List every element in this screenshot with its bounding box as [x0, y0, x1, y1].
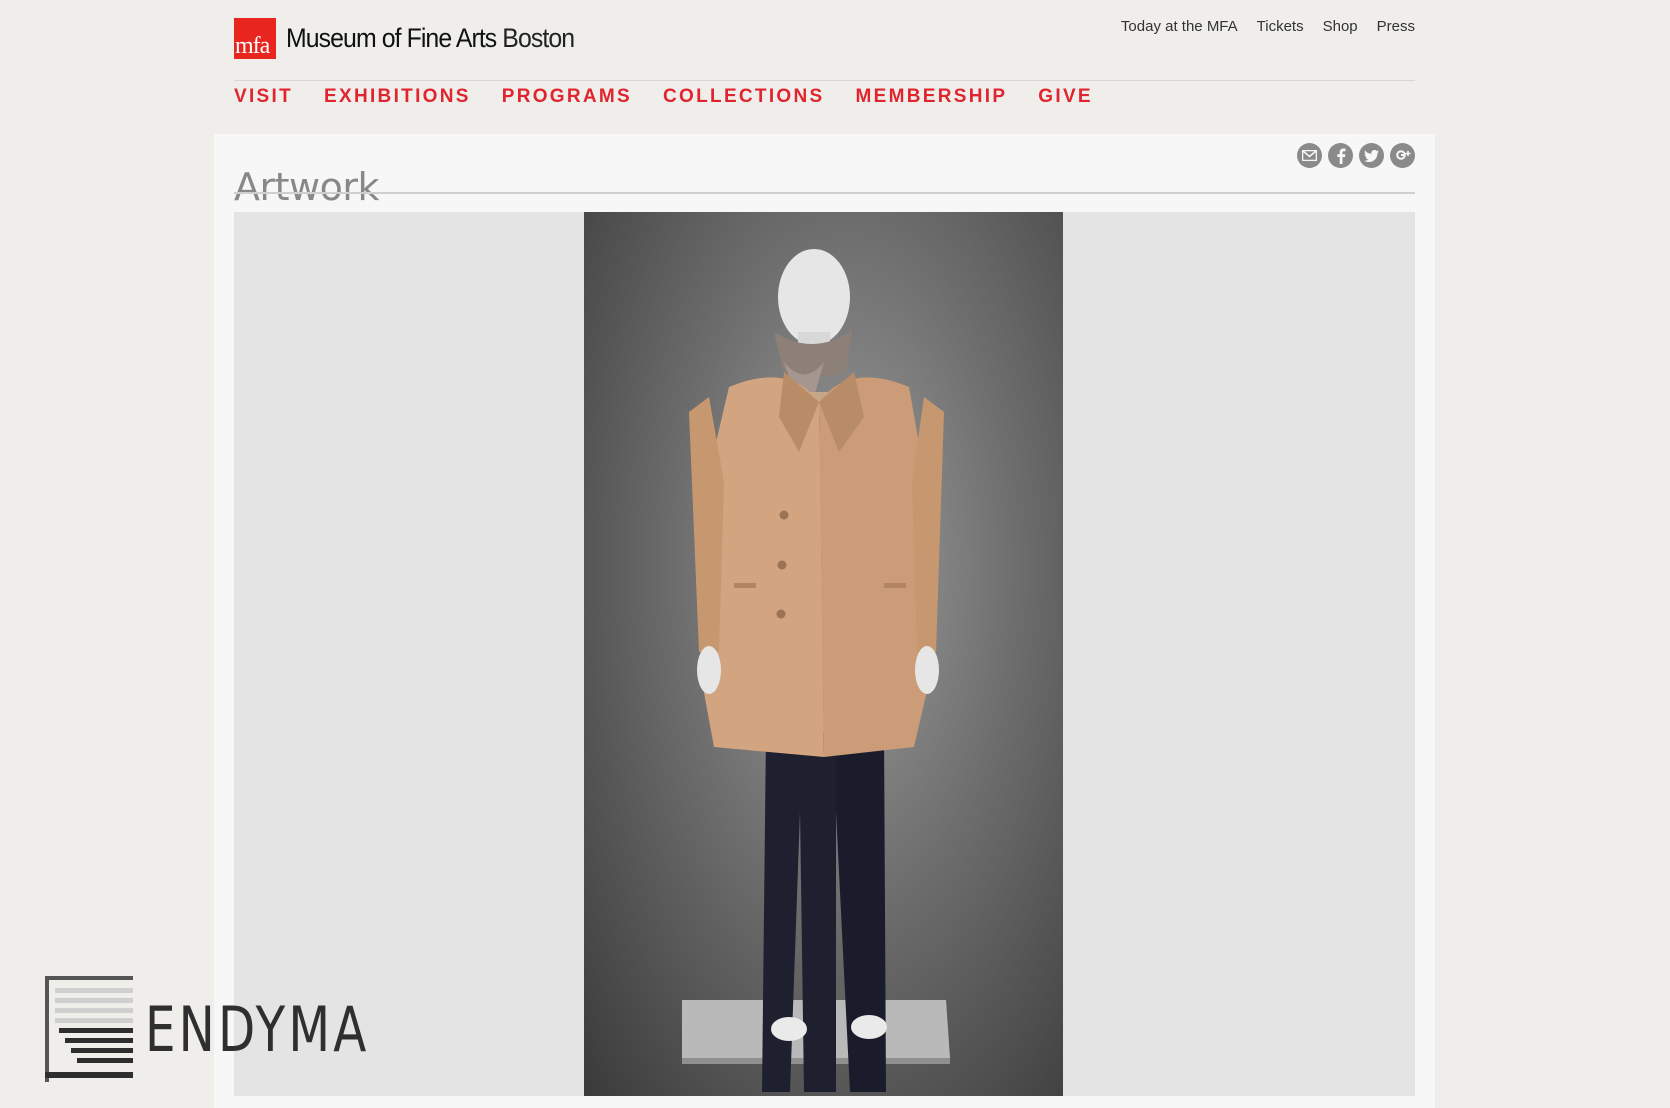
nav-item-give[interactable]: GIVE — [1038, 86, 1093, 108]
site-name: Museum of Fine Arts Boston — [286, 22, 575, 54]
artwork-image — [584, 212, 1063, 1096]
header-divider — [234, 80, 1415, 81]
watermark-text: ENDYMA — [145, 992, 370, 1066]
main-nav: VISIT EXHIBITIONS PROGRAMS COLLECTIONS M… — [234, 86, 1124, 108]
title-divider — [234, 192, 1415, 194]
nav-item-programs[interactable]: PROGRAMS — [502, 86, 632, 108]
nav-item-collections[interactable]: COLLECTIONS — [663, 86, 824, 108]
mfa-logo-mark: mfa — [234, 17, 276, 59]
email-icon[interactable] — [1297, 143, 1322, 168]
site-name-city: Boston — [502, 22, 575, 53]
artwork-card: Artwork — [214, 134, 1435, 1108]
twitter-icon[interactable] — [1359, 143, 1384, 168]
site-name-main: Museum of Fine Arts — [286, 22, 497, 53]
utility-link-press[interactable]: Press — [1377, 18, 1415, 35]
utility-link-shop[interactable]: Shop — [1323, 18, 1358, 35]
nav-item-membership[interactable]: MEMBERSHIP — [856, 86, 1008, 108]
utility-link-today[interactable]: Today at the MFA — [1121, 18, 1238, 35]
page-title: Artwork — [234, 165, 379, 210]
endyma-watermark: ENDYMA — [45, 976, 433, 1082]
google-plus-icon[interactable] — [1390, 143, 1415, 168]
nav-item-visit[interactable]: VISIT — [234, 86, 293, 108]
site-logo[interactable]: mfa Museum of Fine Arts Boston — [234, 16, 599, 60]
endyma-logo-icon — [45, 976, 133, 1082]
share-icons — [1297, 143, 1415, 168]
artwork-image-viewer[interactable] — [234, 212, 1415, 1096]
facebook-icon[interactable] — [1328, 143, 1353, 168]
utility-nav: Today at the MFA Tickets Shop Press — [1121, 18, 1415, 35]
nav-item-exhibitions[interactable]: EXHIBITIONS — [324, 86, 471, 108]
utility-link-tickets[interactable]: Tickets — [1257, 18, 1304, 35]
